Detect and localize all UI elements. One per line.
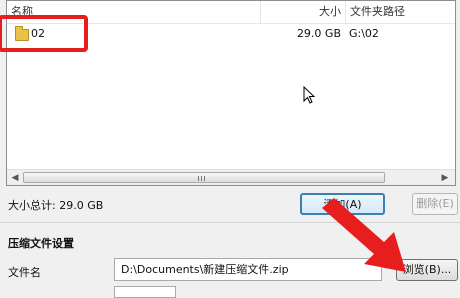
row-path: G:\02 <box>349 27 379 40</box>
scroll-left-icon[interactable]: ◀ <box>9 172 21 184</box>
section-title: 压缩文件设置 <box>8 237 74 250</box>
scrollbar-thumb[interactable] <box>23 172 385 183</box>
column-path-label: 文件夹路径 <box>350 5 405 18</box>
horizontal-scrollbar[interactable]: ◀ ▶ <box>7 169 455 185</box>
mouse-cursor-icon <box>303 86 316 104</box>
next-field-partial[interactable] <box>114 286 176 298</box>
total-size-label: 大小总计: 29.0 GB <box>8 199 104 212</box>
column-size-label: 大小 <box>319 5 341 18</box>
row-size: 29.0 GB <box>296 27 341 40</box>
annotation-arrow-icon <box>322 198 406 272</box>
filename-label: 文件名 <box>8 266 41 279</box>
column-header-size[interactable]: 大小 <box>260 1 345 23</box>
column-header-path[interactable]: 文件夹路径 <box>345 1 455 23</box>
scroll-right-icon[interactable]: ▶ <box>439 172 451 184</box>
delete-button[interactable]: 删除(E) <box>412 193 458 215</box>
annotation-highlight-box <box>0 15 88 52</box>
